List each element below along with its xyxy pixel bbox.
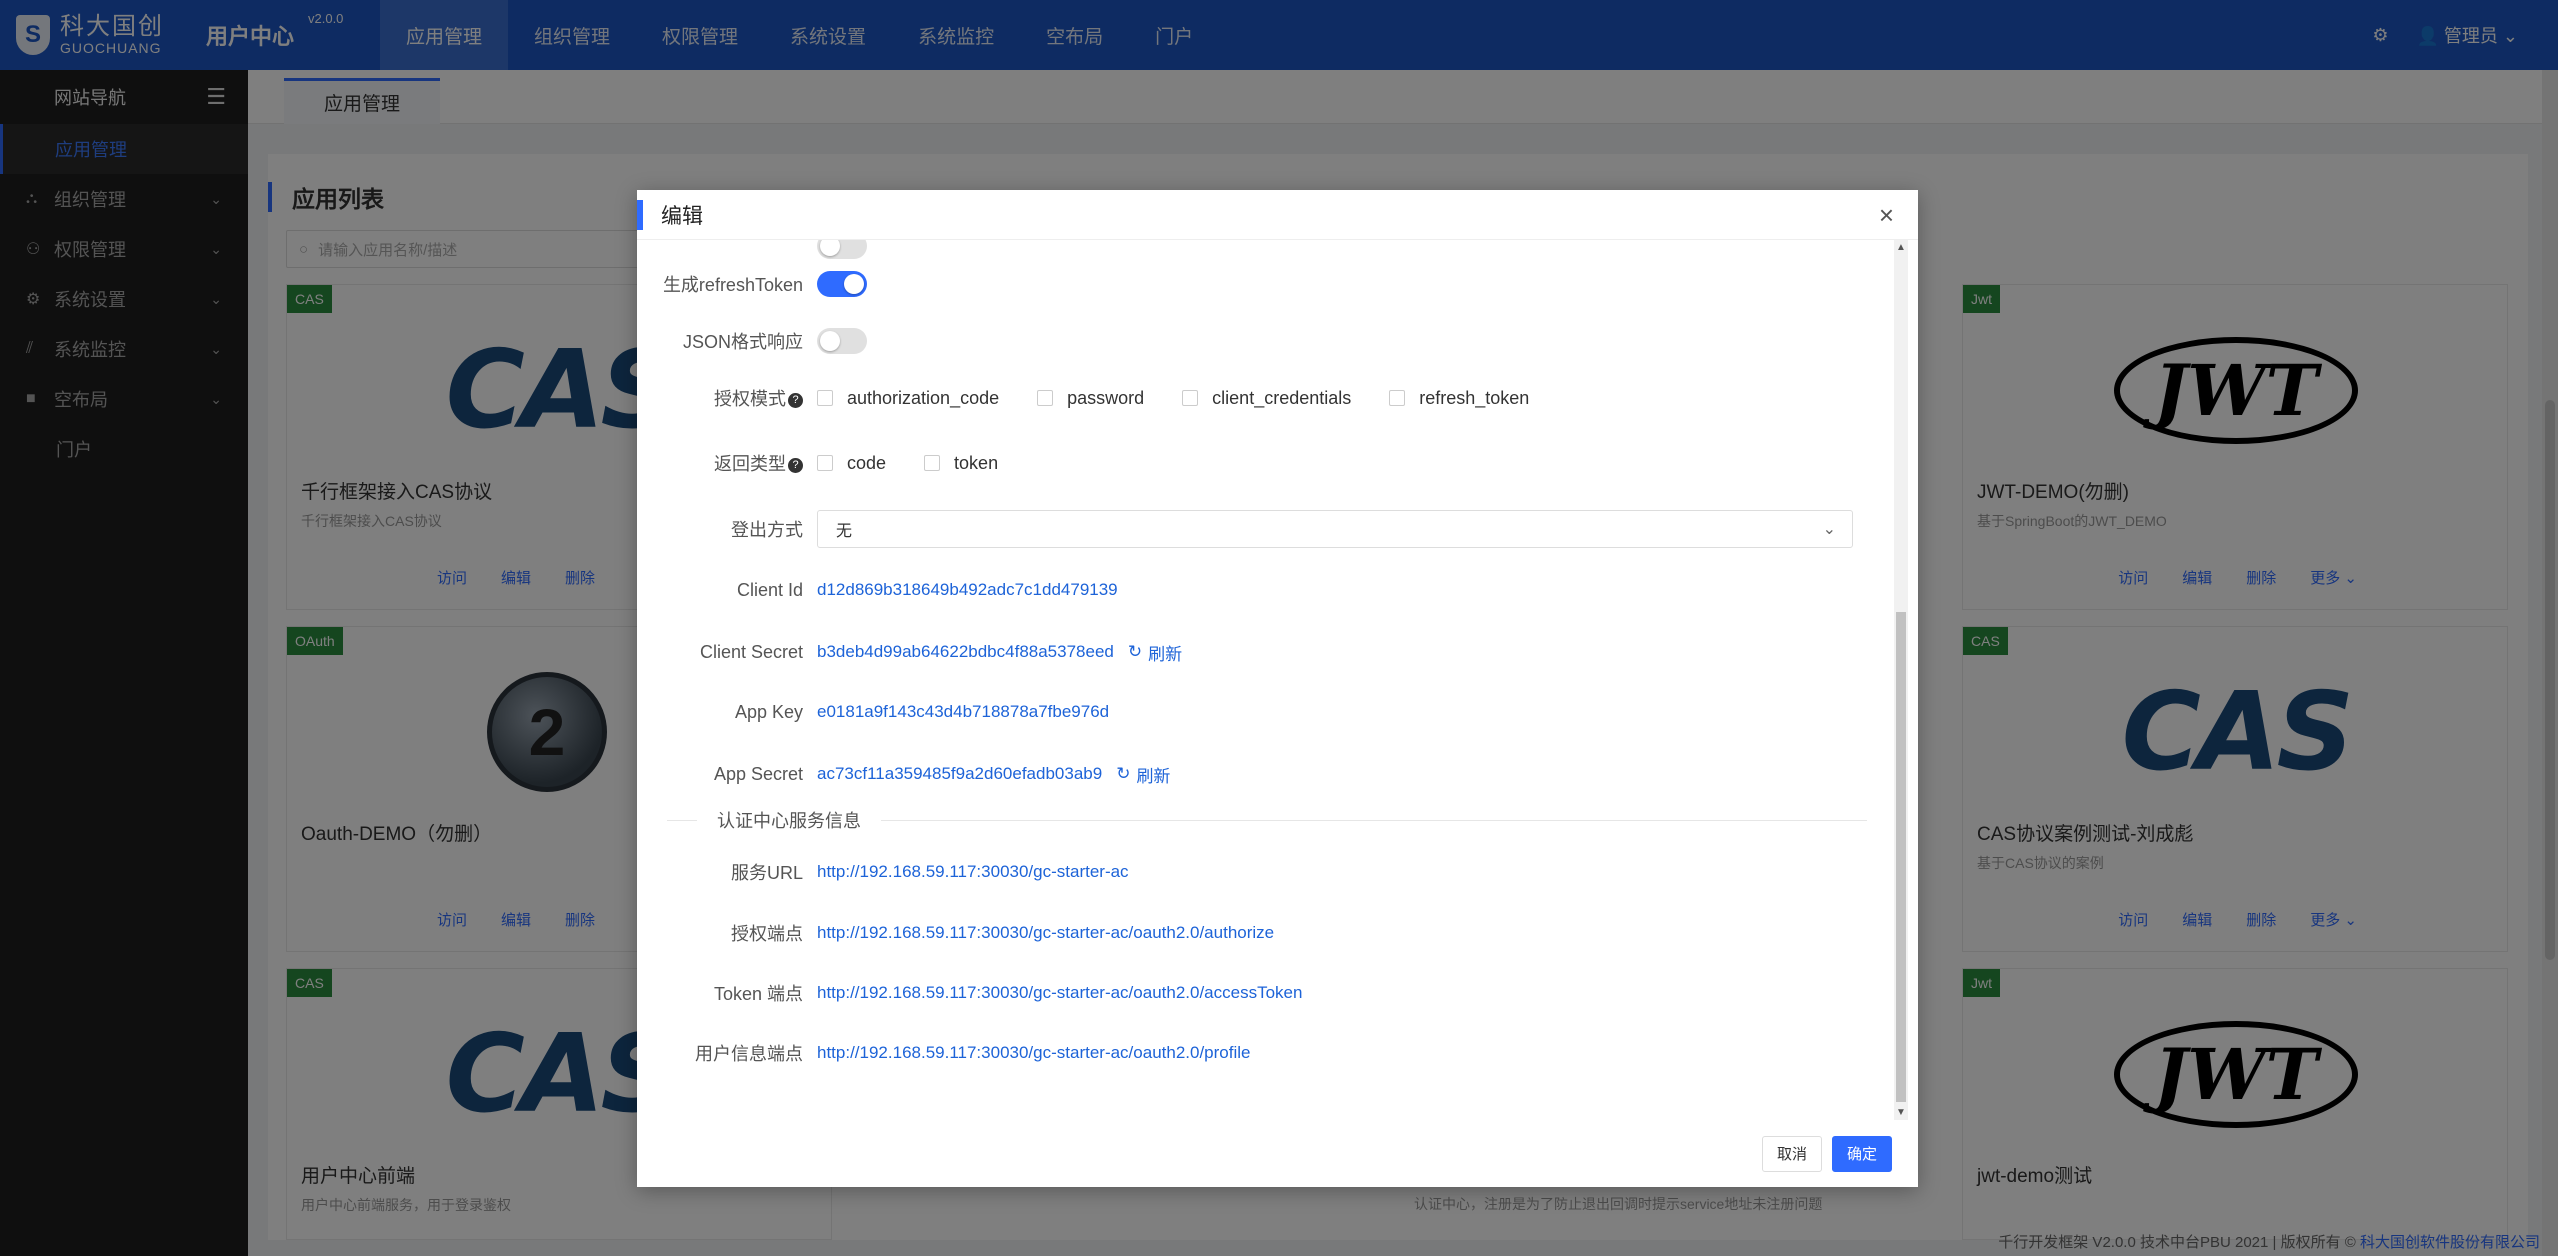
client-secret-value: b3deb4d99ab64622bdbc4f88a5378eed <box>817 642 1114 661</box>
dialog-scrollbar[interactable]: ▲ ▼ <box>1894 240 1908 1120</box>
checkbox-box <box>1037 390 1054 406</box>
dialog-header: 编辑 × <box>637 190 1918 240</box>
dialog-body: 生成refreshToken JSON格式响应 授权模式? authorizat… <box>637 240 1918 1120</box>
checkbox-box <box>1389 390 1406 406</box>
app-secret-label: App Secret <box>713 763 803 784</box>
app-key-value: e0181a9f143c43d4b718878a7fbe976d <box>817 702 1110 721</box>
response-code-checkbox[interactable]: code <box>817 453 886 474</box>
refresh-icon: ↻ <box>1116 764 1131 783</box>
checkbox-box <box>817 390 833 406</box>
grant-authorization-code-checkbox[interactable]: authorization_code <box>817 388 999 409</box>
section-title: 认证中心服务信息 <box>717 811 861 831</box>
grant-refresh-token-checkbox[interactable]: refresh_token <box>1389 388 1529 409</box>
close-icon[interactable]: × <box>1879 200 1894 231</box>
response-type-label: 返回类型? <box>637 450 817 476</box>
confirm-button[interactable]: 确定 <box>1831 1135 1892 1172</box>
select-value: 无 <box>836 523 853 540</box>
app-key-label: App Key <box>734 701 803 722</box>
refresh-label: 刷新 <box>1148 644 1183 664</box>
refresh-app-secret-button[interactable]: ↻ 刷新 <box>1116 762 1170 787</box>
refresh-token-label: 生成refreshToken <box>662 275 803 295</box>
response-token-checkbox[interactable]: token <box>924 453 998 474</box>
help-icon[interactable]: ? <box>788 392 803 408</box>
scroll-up-icon[interactable]: ▲ <box>1896 242 1906 253</box>
toggle-switch[interactable] <box>817 240 867 259</box>
title-accent-bar <box>637 199 643 230</box>
service-url-value: http://192.168.59.117:30030/gc-starter-a… <box>817 862 1129 881</box>
cancel-button[interactable]: 取消 <box>1761 1135 1822 1172</box>
dialog-footer: 取消 确定 <box>637 1120 1918 1187</box>
client-id-label: Client Id <box>736 579 803 600</box>
logout-method-label: 登出方式 <box>731 520 803 540</box>
grant-type-label-text: 授权模式 <box>714 389 786 409</box>
refresh-label: 刷新 <box>1136 766 1171 786</box>
chevron-down-icon: ⌄ <box>1822 521 1836 538</box>
response-type-label-text: 返回类型 <box>714 454 786 474</box>
authorize-endpoint-value: http://192.168.59.117:30030/gc-starter-a… <box>817 923 1275 942</box>
scroll-down-icon[interactable]: ▼ <box>1896 1107 1906 1118</box>
checkbox-box <box>817 455 833 471</box>
help-icon[interactable]: ? <box>788 457 803 473</box>
token-endpoint-label: Token 端点 <box>713 984 803 1004</box>
authorize-endpoint-label: 授权端点 <box>731 924 803 944</box>
client-secret-label: Client Secret <box>699 641 803 662</box>
checkbox-label: password <box>1067 387 1145 408</box>
client-id-value: d12d869b318649b492adc7c1dd479139 <box>817 580 1118 599</box>
checkbox-label: token <box>954 452 999 473</box>
checkbox-label: authorization_code <box>847 387 1000 408</box>
refresh-client-secret-button[interactable]: ↻ 刷新 <box>1128 640 1182 665</box>
checkbox-label: code <box>847 452 887 473</box>
checkbox-box <box>924 455 941 471</box>
grant-password-checkbox[interactable]: password <box>1037 388 1144 409</box>
refresh-icon: ↻ <box>1127 642 1143 661</box>
json-response-label: JSON格式响应 <box>682 332 803 352</box>
app-secret-value: ac73cf11a359485f9a2d60efadb03ab9 <box>817 764 1103 783</box>
logout-method-select[interactable]: 无 ⌄ <box>817 510 1853 548</box>
token-endpoint-value: http://192.168.59.117:30030/gc-starter-a… <box>817 983 1303 1002</box>
checkbox-label: client_credentials <box>1212 387 1352 408</box>
profile-endpoint-value: http://192.168.59.117:30030/gc-starter-a… <box>817 1043 1251 1062</box>
dialog-title: 编辑 <box>661 204 703 228</box>
profile-endpoint-label: 用户信息端点 <box>695 1044 803 1064</box>
checkbox-box <box>1182 390 1199 406</box>
checkbox-label: refresh_token <box>1419 387 1530 408</box>
service-url-label: 服务URL <box>730 863 803 883</box>
section-divider: 认证中心服务信息 <box>667 805 1867 835</box>
edit-dialog: 编辑 × 生成refreshToken JSON格式响应 授权模式? autho… <box>637 190 1918 1187</box>
grant-type-label: 授权模式? <box>637 385 817 411</box>
scrollbar-thumb[interactable] <box>1896 612 1906 1102</box>
json-response-toggle[interactable] <box>817 328 867 354</box>
refresh-token-toggle[interactable] <box>817 271 867 297</box>
grant-client-credentials-checkbox[interactable]: client_credentials <box>1182 388 1351 409</box>
